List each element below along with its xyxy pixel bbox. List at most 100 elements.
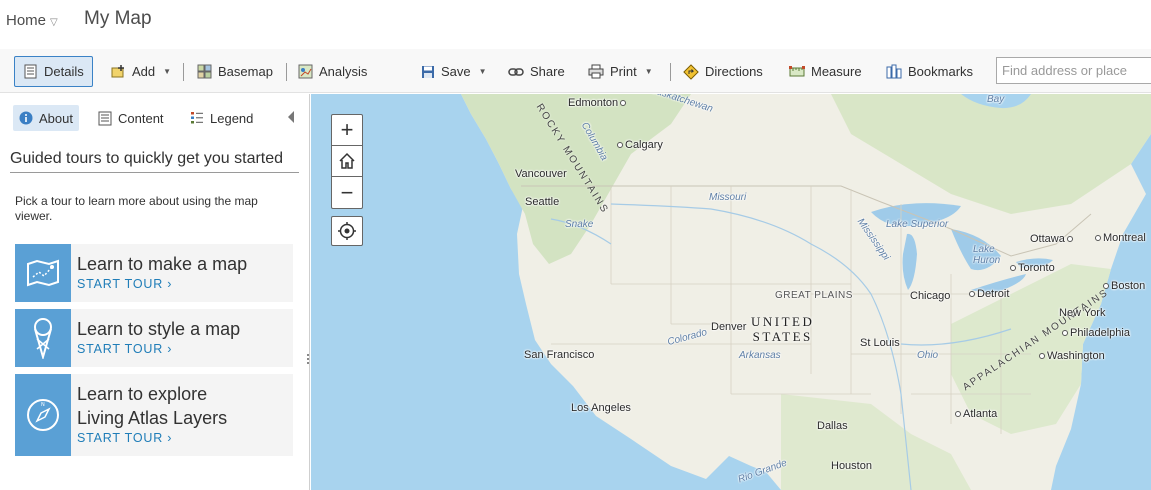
city-label: Dallas xyxy=(817,420,848,432)
add-label: Add xyxy=(132,64,156,79)
analysis-icon xyxy=(298,64,313,79)
toolbar-divider xyxy=(286,63,287,81)
country-label-line1: UNITED xyxy=(751,314,815,329)
tour-card-living-atlas[interactable]: N Learn to explore Living Atlas Layers S… xyxy=(15,374,293,456)
tour-card-make-map[interactable]: Learn to make a map START TOUR › xyxy=(15,244,293,302)
start-tour-link[interactable]: START TOUR › xyxy=(77,277,247,291)
printer-icon xyxy=(588,64,604,79)
legend-list-icon xyxy=(191,112,203,124)
water-label: Bay xyxy=(987,94,1005,105)
tab-legend[interactable]: Legend xyxy=(184,105,259,131)
details-panel: About Content Legend Guided tours to qui… xyxy=(0,94,310,490)
region-label: GREAT PLAINS xyxy=(775,290,853,301)
water-label: Ohio xyxy=(917,350,939,361)
home-menu[interactable]: Home ▽ xyxy=(6,12,58,29)
city-label: Calgary xyxy=(617,139,663,151)
save-disk-icon xyxy=(422,65,434,78)
city-label: Denver xyxy=(711,321,747,333)
city-label: Philadelphia xyxy=(1062,327,1130,339)
start-tour-link[interactable]: START TOUR › xyxy=(77,431,227,445)
city-label: Toronto xyxy=(1010,262,1055,274)
city-label: New York xyxy=(1059,307,1106,319)
water-label: Lake Huron xyxy=(973,244,1001,266)
save-button[interactable]: Save ▼ xyxy=(412,56,496,87)
default-extent-button[interactable] xyxy=(332,146,362,177)
city-label: Montreal xyxy=(1095,232,1146,244)
city-label: Houston xyxy=(831,460,872,472)
toolbar: Details Add ▼ Basemap Analysis Save ▼ Shar… xyxy=(0,49,1151,93)
search-input[interactable] xyxy=(996,57,1151,84)
share-link-icon xyxy=(508,67,524,76)
city-label: Washington xyxy=(1039,350,1105,362)
panel-intro-text: Pick a tour to learn more about using th… xyxy=(15,194,258,223)
collapse-panel-icon[interactable] xyxy=(288,111,294,123)
app-header: Home ▽ My Map xyxy=(0,0,1151,42)
basemap-label: Basemap xyxy=(218,64,273,79)
chevron-down-icon: ▼ xyxy=(163,67,172,76)
city-label: Seattle xyxy=(525,196,560,208)
analysis-label: Analysis xyxy=(319,64,368,79)
details-icon xyxy=(24,64,37,79)
tour-title: Learn to style a map xyxy=(77,319,241,339)
city-label: Los Angeles xyxy=(571,402,631,414)
chevron-down-icon: ▼ xyxy=(644,67,653,76)
tab-legend-label: Legend xyxy=(210,110,254,126)
svg-text:N: N xyxy=(41,402,45,408)
measure-label: Measure xyxy=(811,64,862,79)
tab-about[interactable]: About xyxy=(13,105,79,131)
style-pin-icon xyxy=(15,309,71,367)
bookmarks-icon xyxy=(886,64,902,79)
tab-content-label: Content xyxy=(118,110,164,126)
basemap-button[interactable]: Basemap xyxy=(188,56,282,87)
city-label: Atlanta xyxy=(955,408,997,420)
directions-sign-icon xyxy=(683,63,699,80)
city-label: Chicago xyxy=(910,290,951,302)
tour-title-line2: Living Atlas Layers xyxy=(77,408,228,428)
tab-content[interactable]: Content xyxy=(92,105,170,131)
measure-ruler-icon xyxy=(789,66,805,77)
share-label: Share xyxy=(530,64,565,79)
locate-crosshair-icon xyxy=(338,222,356,240)
content-list-icon xyxy=(98,111,112,125)
print-label: Print xyxy=(610,64,637,79)
water-label: Arkansas xyxy=(739,350,781,361)
country-label-line2: STATES xyxy=(752,329,813,344)
home-label[interactable]: Home xyxy=(6,12,46,29)
tour-title: Learn to make a map xyxy=(77,254,248,274)
city-label: Edmonton xyxy=(568,97,626,109)
tour-title-line1: Learn to explore xyxy=(77,384,208,404)
zoom-out-button[interactable]: − xyxy=(332,177,362,208)
map-view[interactable]: + − UNITED STATES ROCKY MOUNTAINS APPALA… xyxy=(311,94,1151,490)
details-button[interactable]: Details xyxy=(14,56,93,87)
chevron-down-icon: ▼ xyxy=(478,67,487,76)
info-icon xyxy=(19,111,33,125)
water-label: Snake xyxy=(565,219,594,230)
analysis-button[interactable]: Analysis xyxy=(289,56,376,87)
water-label: Missouri xyxy=(709,192,747,203)
home-icon xyxy=(339,152,355,169)
city-label: Boston xyxy=(1103,280,1145,292)
zoom-in-button[interactable]: + xyxy=(332,115,362,146)
city-label: Detroit xyxy=(969,288,1009,300)
bookmarks-label: Bookmarks xyxy=(908,64,974,79)
toolbar-divider xyxy=(670,63,671,81)
water-label: Lake Superior xyxy=(886,219,949,230)
add-layer-icon xyxy=(111,65,124,78)
start-tour-link[interactable]: START TOUR › xyxy=(77,342,240,356)
directions-button[interactable]: Directions xyxy=(674,56,772,87)
city-label: St Louis xyxy=(860,337,900,349)
tour-card-style-map[interactable]: Learn to style a map START TOUR › xyxy=(15,309,293,367)
measure-button[interactable]: Measure xyxy=(780,56,871,87)
panel-resize-handle[interactable] xyxy=(306,352,309,372)
basemap-grid-icon xyxy=(197,64,212,79)
country-label: UNITED STATES xyxy=(751,314,814,344)
bookmarks-button[interactable]: Bookmarks xyxy=(877,56,982,87)
print-button[interactable]: Print ▼ xyxy=(579,56,662,87)
share-button[interactable]: Share xyxy=(499,56,574,87)
add-button[interactable]: Add ▼ xyxy=(101,56,180,87)
panel-heading: Guided tours to quickly get you started xyxy=(10,150,299,173)
directions-label: Directions xyxy=(705,64,763,79)
locate-button[interactable] xyxy=(331,216,363,246)
chevron-down-icon[interactable]: ▽ xyxy=(50,17,58,28)
details-label: Details xyxy=(44,64,84,79)
